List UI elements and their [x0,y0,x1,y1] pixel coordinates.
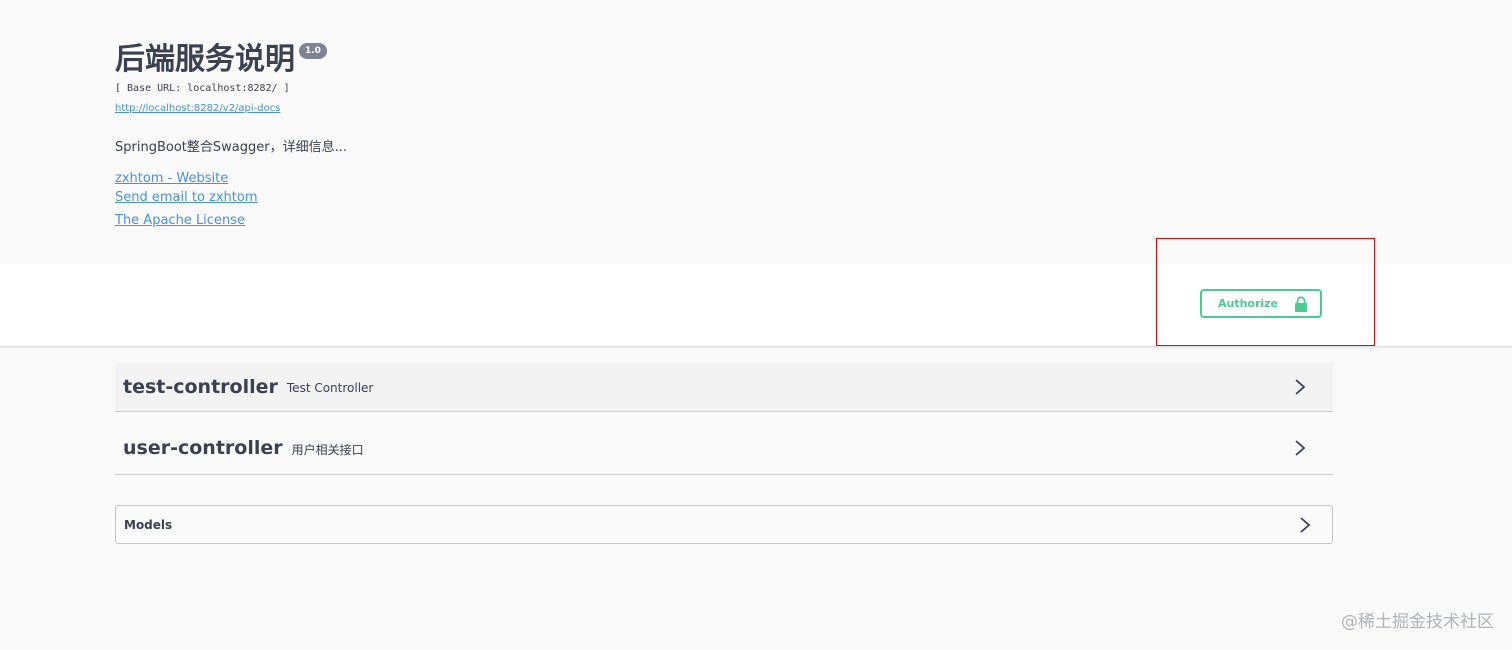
tag-user-controller[interactable]: user-controller 用户相关接口 [115,422,1333,475]
license-link[interactable]: The Apache License [115,211,1015,230]
website-link[interactable]: zxhtom - Website [115,169,1015,188]
tag-test-controller[interactable]: test-controller Test Controller [115,363,1333,412]
watermark: @稀土掘金技术社区 [1341,612,1494,632]
chevron-right-icon[interactable] [1293,378,1307,396]
page-title: 后端服务说明 [115,42,295,77]
authorize-button[interactable]: Authorize [1200,289,1322,318]
models-section[interactable]: Models [115,505,1333,544]
email-link[interactable]: Send email to zxhtom [115,188,1015,207]
chevron-right-icon[interactable] [1298,516,1312,534]
base-url: [ Base URL: localhost:8282/ ] [115,83,290,94]
tag-description: 用户相关接口 [291,442,364,457]
api-docs-link[interactable]: http://localhost:8282/v2/api-docs [115,102,280,116]
chevron-right-icon[interactable] [1293,439,1307,457]
models-label: Models [124,517,173,532]
tag-name: test-controller [123,376,278,398]
api-info: 后端服务说明 1.0 [ Base URL: localhost:8282/ ]… [115,40,1015,230]
tag-description: Test Controller [286,381,374,395]
lock-icon [1295,295,1308,312]
title-row: 后端服务说明 1.0 [115,40,1015,80]
tag-name: user-controller [123,437,283,459]
version-badge: 1.0 [299,43,327,59]
api-description: SpringBoot整合Swagger，详细信息... [115,140,347,155]
authorize-label: Authorize [1217,297,1279,310]
